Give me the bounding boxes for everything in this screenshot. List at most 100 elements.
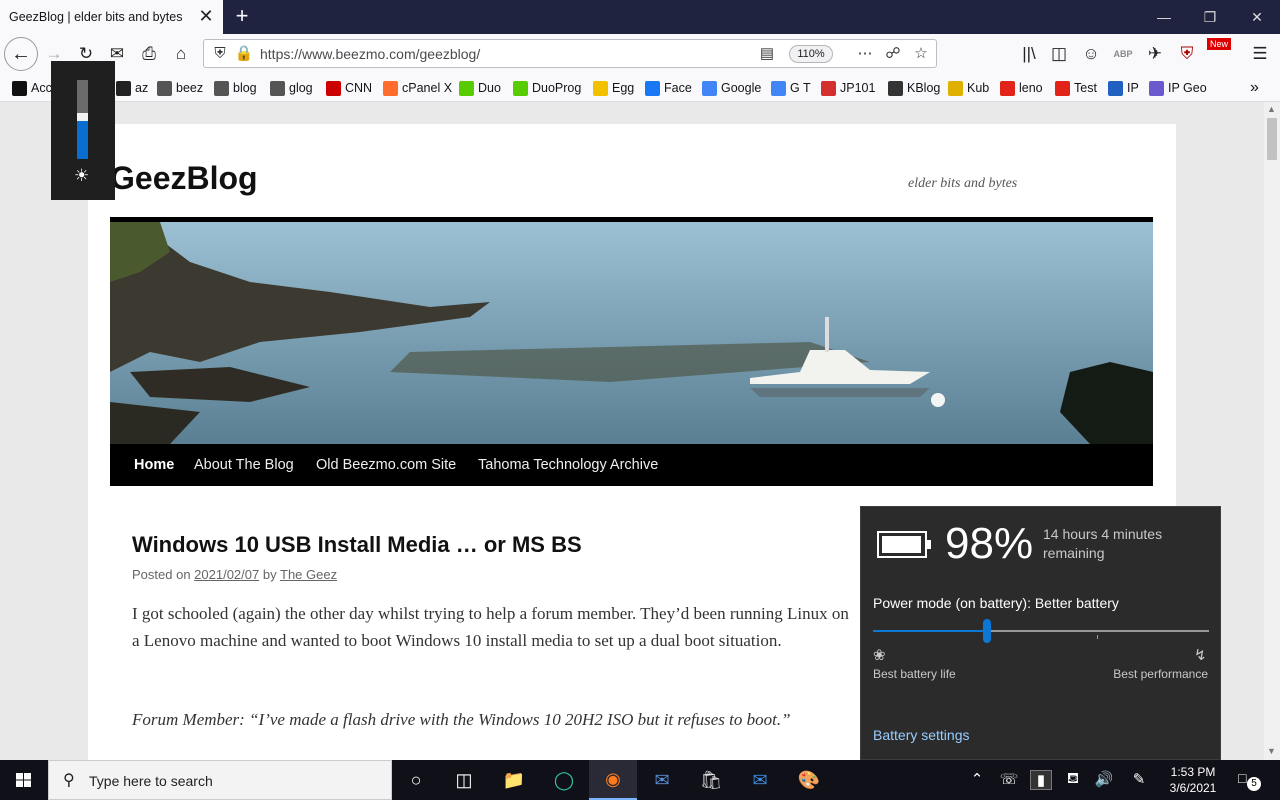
amazon-icon — [116, 80, 131, 96]
pen-icon[interactable]: ✎ — [1128, 770, 1150, 788]
lock-icon[interactable]: 🔒 — [234, 44, 254, 64]
lenovo-icon — [1055, 80, 1070, 96]
power-mode-slider[interactable] — [873, 619, 1209, 643]
nav-tahoma-archive[interactable]: Tahoma Technology Archive — [478, 457, 658, 473]
bookmark-cpanel-x[interactable]: cPanel X — [383, 79, 452, 97]
bookmark-blog[interactable]: blog — [214, 79, 257, 97]
brightness-slider[interactable] — [77, 80, 88, 159]
site-title[interactable]: GeezBlog — [110, 160, 258, 197]
bookmark-beez[interactable]: beez — [157, 79, 203, 97]
edge-icon[interactable]: ◯ — [540, 760, 588, 800]
start-button[interactable] — [0, 760, 48, 800]
restore-icon[interactable]: ❐ — [1198, 6, 1222, 28]
battery-tray-icon[interactable]: ▮ — [1030, 770, 1052, 790]
clock[interactable]: 1:53 PM 3/6/2021 — [1160, 764, 1226, 796]
nav-about[interactable]: About The Blog — [194, 457, 294, 473]
main-navigation: Home About The Blog Old Beezmo.com Site … — [110, 444, 1153, 486]
pocket-icon[interactable]: ☍ — [883, 44, 903, 64]
bookmark-label: Egg — [612, 81, 635, 95]
bookmark-glog[interactable]: glog — [270, 79, 313, 97]
bookmark-star-icon[interactable]: ☆ — [911, 44, 931, 64]
bookmark-label: Face — [664, 81, 692, 95]
taskbar: ⚲ Type here to search ○ ◫ 📁 ◯ ◉ ✉ 🛍 ✉ 🎨 … — [0, 760, 1280, 800]
menu-icon[interactable]: ☰ — [1246, 40, 1274, 68]
bookmark-label: Duo — [478, 81, 501, 95]
address-bar[interactable]: ⛨ 🔒 https://www.beezmo.com/geezblog/ ▤ 1… — [203, 39, 937, 68]
new-tab-button[interactable]: + — [230, 5, 254, 29]
bookmark-kblog[interactable]: KBlog — [888, 79, 940, 97]
zoom-badge[interactable]: 110% — [789, 45, 833, 63]
bookmark-duo[interactable]: Duo — [459, 79, 501, 97]
bookmark-test[interactable]: Test — [1055, 79, 1097, 97]
mail-icon[interactable]: ✉ — [736, 760, 784, 800]
url-text[interactable]: https://www.beezmo.com/geezblog/ — [260, 46, 480, 62]
battery-settings-link[interactable]: Battery settings — [873, 727, 970, 743]
nav-home[interactable]: Home — [134, 457, 174, 473]
home-icon[interactable]: ⌂ — [167, 40, 195, 68]
bookmark-az[interactable]: az — [116, 79, 148, 97]
tray-app-icon[interactable]: ☏ — [998, 770, 1020, 788]
author-link[interactable]: The Geez — [280, 567, 337, 582]
bookmark-ip[interactable]: IP — [1108, 79, 1139, 97]
page-actions-icon[interactable]: ⋯ — [855, 44, 875, 64]
bookmark-g-t[interactable]: G T — [771, 79, 811, 97]
wifi-icon[interactable]: ⛾ — [1062, 770, 1084, 789]
chat-icon[interactable]: ✉ — [638, 760, 686, 800]
bookmark-acc[interactable]: Acc — [12, 79, 52, 97]
back-button[interactable]: ← — [4, 37, 38, 71]
navigation-toolbar: ← → ↻ ✉ ⎙ ⌂ ⛨ 🔒 https://www.beezmo.com/g… — [0, 34, 1280, 74]
bookmark-label: CNN — [345, 81, 373, 95]
page-scrollbar[interactable]: ▲ ▼ — [1264, 102, 1280, 760]
bookmark-google[interactable]: Google — [702, 79, 761, 97]
power-mode-thumb[interactable] — [983, 619, 992, 643]
cnn-icon — [326, 80, 341, 96]
scroll-down-icon[interactable]: ▼ — [1267, 746, 1276, 756]
reader-view-icon[interactable]: ▤ — [757, 44, 777, 64]
new-badge-icon[interactable]: New — [1207, 38, 1231, 50]
bookmark-label: KBlog — [907, 81, 941, 95]
bookmark-label: Acc — [31, 81, 52, 95]
taskbar-search[interactable]: ⚲ Type here to search — [48, 760, 392, 800]
bookmarks-overflow-icon[interactable]: » — [1250, 79, 1259, 97]
post-title[interactable]: Windows 10 USB Install Media … or MS BS — [132, 532, 582, 558]
post-quote: Forum Member: “I’ve made a flash drive w… — [132, 710, 791, 729]
search-icon: ⚲ — [63, 772, 75, 789]
post-date-link[interactable]: 2021/02/07 — [194, 567, 259, 582]
bookmark-duoprog[interactable]: DuoProg — [513, 79, 581, 97]
ublock-icon[interactable]: ⛨ — [1173, 40, 1201, 68]
volume-icon[interactable]: 🔊 — [1093, 770, 1115, 788]
bookmark-label: JP101 — [840, 81, 876, 95]
tab-geezblog[interactable]: GeezBlog | elder bits and bytes ✕ — [0, 0, 223, 34]
close-window-icon[interactable]: ✕ — [1245, 6, 1269, 28]
library-icon[interactable]: ||\ — [1015, 40, 1043, 68]
shield-icon[interactable]: ⛨ — [210, 44, 230, 64]
scroll-up-icon[interactable]: ▲ — [1267, 104, 1276, 114]
file-explorer-icon[interactable]: 📁 — [490, 760, 538, 800]
extension-icon[interactable]: ✈ — [1141, 40, 1169, 68]
close-tab-icon[interactable]: ✕ — [197, 7, 215, 26]
bookmark-cnn[interactable]: CNN — [326, 79, 372, 97]
brightness-knob[interactable] — [77, 113, 88, 122]
scroll-thumb[interactable] — [1267, 118, 1277, 160]
sidebar-icon[interactable]: ◫ — [1045, 40, 1073, 68]
adblock-icon[interactable]: ABP — [1109, 40, 1137, 68]
firefox-icon[interactable]: ◉ — [589, 760, 637, 800]
bookmark-egg[interactable]: Egg — [593, 79, 634, 97]
task-view-icon[interactable]: ◫ — [440, 760, 488, 800]
notification-center-icon[interactable]: □ 5 — [1238, 770, 1262, 792]
bookmark-leno[interactable]: leno — [1000, 79, 1043, 97]
print-icon[interactable]: ⎙ — [135, 40, 163, 68]
post-meta: Posted on 2021/02/07 by The Geez — [132, 567, 337, 582]
minimize-icon[interactable]: — — [1152, 6, 1176, 28]
bookmark-kub[interactable]: Kub — [948, 79, 989, 97]
bookmark-jp101[interactable]: JP101 — [821, 79, 875, 97]
nav-old-site[interactable]: Old Beezmo.com Site — [316, 457, 456, 473]
tray-overflow-icon[interactable]: ⌃ — [966, 770, 988, 788]
paint-icon[interactable]: 🎨 — [785, 760, 833, 800]
by-label: by — [262, 567, 277, 582]
store-icon[interactable]: 🛍 — [687, 760, 735, 800]
bookmark-face[interactable]: Face — [645, 79, 692, 97]
cortana-icon[interactable]: ○ — [392, 760, 440, 800]
bookmark-ip-geo[interactable]: IP Geo — [1149, 79, 1207, 97]
account-icon[interactable]: ☺ — [1077, 40, 1105, 68]
